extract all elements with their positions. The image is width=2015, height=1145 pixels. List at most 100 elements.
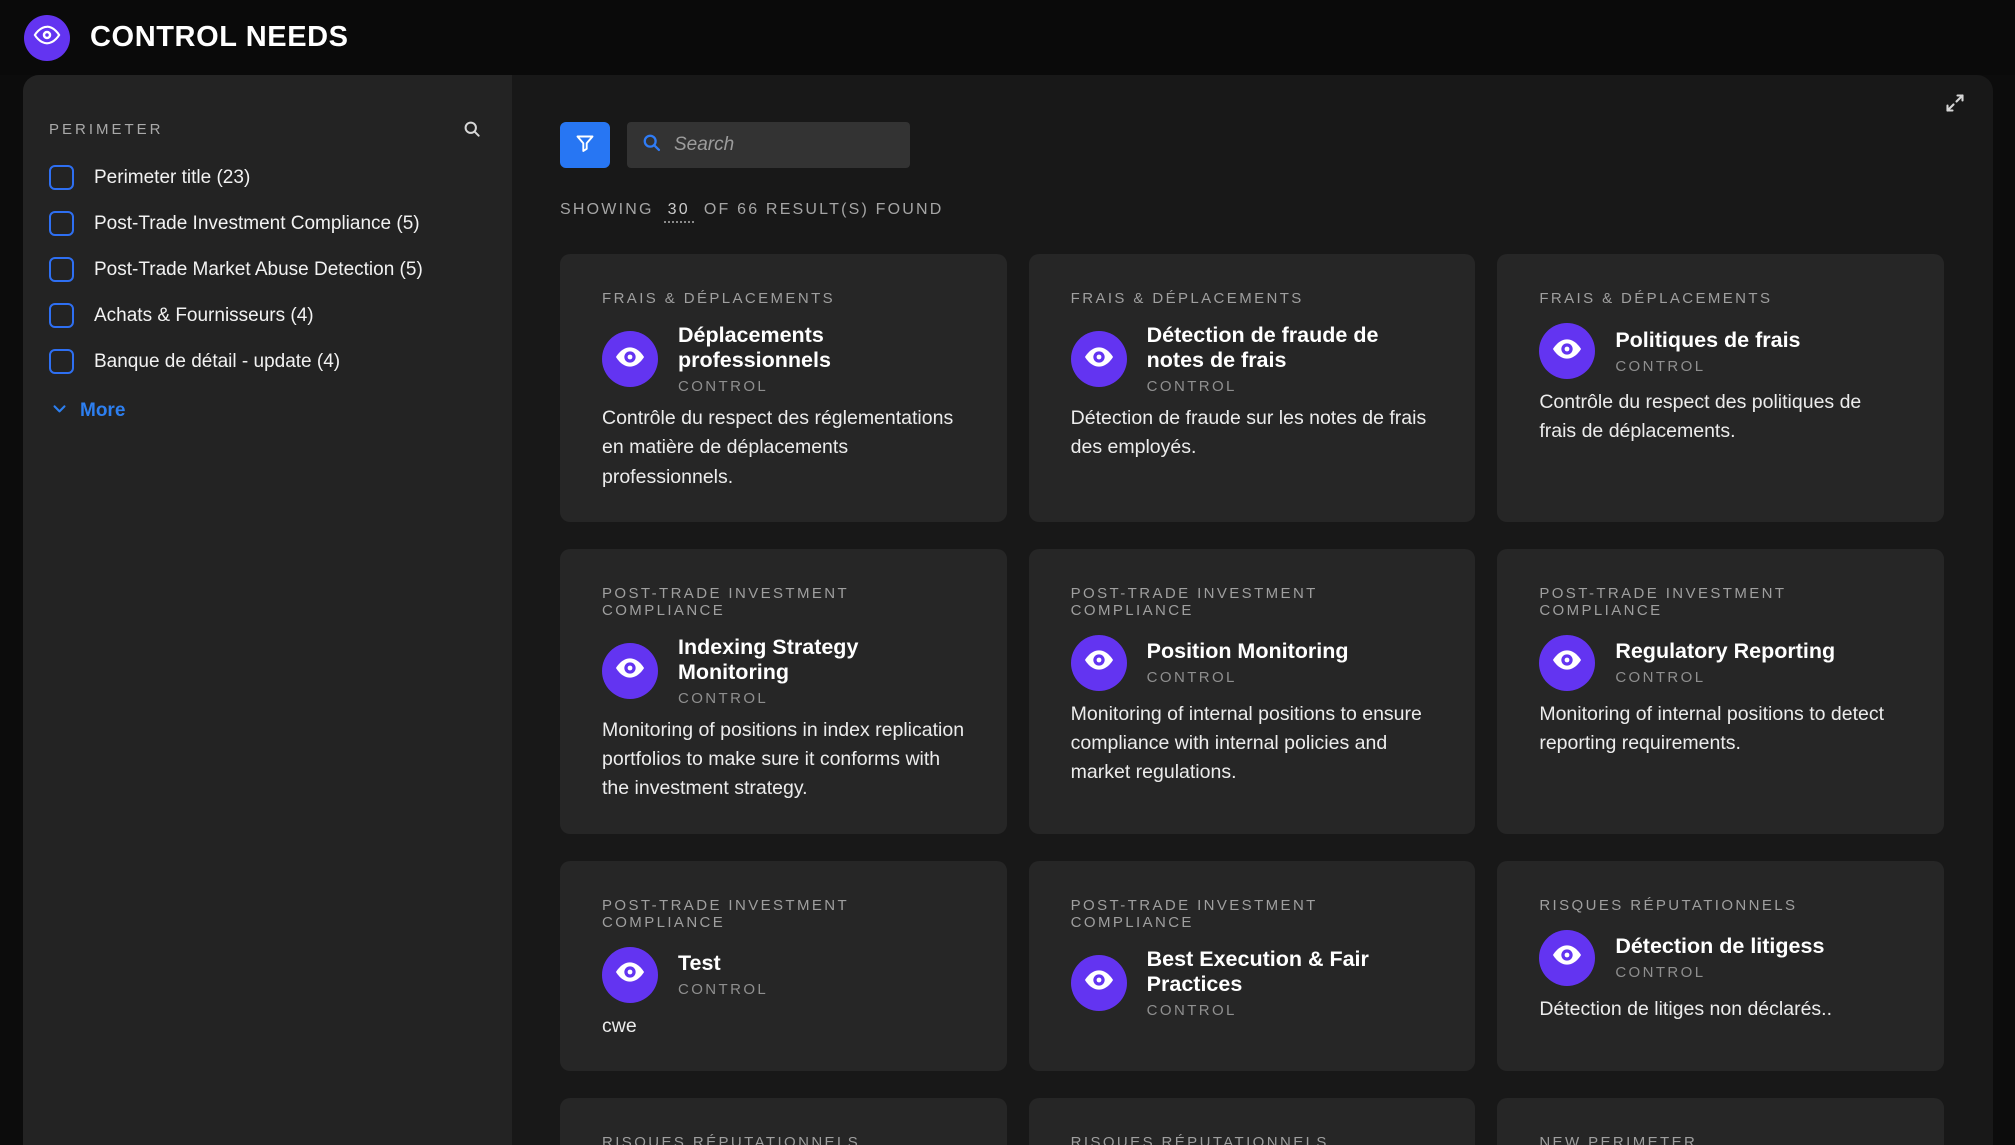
sidebar-search-icon[interactable] bbox=[462, 119, 482, 139]
perimeter-filter-item[interactable]: Post-Trade Market Abuse Detection (5) bbox=[49, 257, 482, 282]
filter-label: Post-Trade Market Abuse Detection (5) bbox=[94, 259, 423, 281]
eye-icon bbox=[613, 955, 647, 994]
filter-label: Perimeter title (23) bbox=[94, 167, 250, 189]
eye-icon bbox=[1082, 340, 1116, 379]
card-description: cwe bbox=[602, 1012, 965, 1041]
search-icon bbox=[641, 132, 662, 158]
card-category: FRAIS & DÉPLACEMENTS bbox=[602, 290, 965, 307]
card-description: Détection de fraude sur les notes de fra… bbox=[1071, 404, 1434, 463]
card-main: Best Execution & Fair Practices CONTROL bbox=[1071, 947, 1434, 1019]
toolbar bbox=[560, 122, 1944, 168]
control-need-card[interactable]: POST-TRADE INVESTMENT COMPLIANCE Regulat… bbox=[1497, 549, 1944, 834]
filter-label: Banque de détail - update (4) bbox=[94, 351, 340, 373]
card-title: Indexing Strategy Monitoring bbox=[678, 635, 965, 685]
card-description: Détection de litiges non déclarés.. bbox=[1539, 995, 1902, 1024]
card-title: Détection de litigess bbox=[1615, 934, 1824, 959]
perimeter-section-title: PERIMETER bbox=[49, 121, 164, 138]
card-avatar bbox=[1071, 331, 1127, 387]
expand-icon[interactable] bbox=[1943, 91, 1967, 115]
card-category: FRAIS & DÉPLACEMENTS bbox=[1071, 290, 1434, 307]
control-need-card[interactable]: POST-TRADE INVESTMENT COMPLIANCE Positio… bbox=[1029, 549, 1476, 834]
card-heading: Indexing Strategy Monitoring CONTROL bbox=[678, 635, 965, 707]
card-avatar bbox=[1071, 635, 1127, 691]
control-need-card[interactable]: FRAIS & DÉPLACEMENTS Déplacements profes… bbox=[560, 254, 1007, 522]
card-title: Test bbox=[678, 951, 768, 976]
filter-checkbox[interactable] bbox=[49, 349, 74, 374]
page-title: CONTROL NEEDS bbox=[90, 21, 349, 54]
chevron-down-icon bbox=[51, 400, 68, 422]
perimeter-filter-list: Perimeter title (23) Post-Trade Investme… bbox=[49, 165, 482, 374]
control-need-card[interactable]: POST-TRADE INVESTMENT COMPLIANCE Test CO… bbox=[560, 861, 1007, 1071]
filter-checkbox[interactable] bbox=[49, 165, 74, 190]
app-header: CONTROL NEEDS bbox=[0, 0, 2015, 75]
control-need-card[interactable]: FRAIS & DÉPLACEMENTS Détection de fraude… bbox=[1029, 254, 1476, 522]
card-heading: Détection de litigess CONTROL bbox=[1615, 934, 1824, 981]
card-type-label: CONTROL bbox=[678, 981, 768, 998]
card-avatar bbox=[602, 947, 658, 1003]
card-main: Déplacements professionnels CONTROL bbox=[602, 323, 965, 395]
card-category: POST-TRADE INVESTMENT COMPLIANCE bbox=[602, 897, 965, 931]
eye-icon bbox=[32, 20, 62, 55]
control-need-card[interactable]: POST-TRADE INVESTMENT COMPLIANCE Indexin… bbox=[560, 549, 1007, 834]
card-heading: Déplacements professionnels CONTROL bbox=[678, 323, 965, 395]
card-type-label: CONTROL bbox=[1147, 669, 1349, 686]
card-main: Position Monitoring CONTROL bbox=[1071, 635, 1434, 691]
card-type-label: CONTROL bbox=[1147, 378, 1434, 395]
control-needs-grid: FRAIS & DÉPLACEMENTS Déplacements profes… bbox=[560, 254, 1944, 1145]
card-main: Détection de litigess CONTROL bbox=[1539, 930, 1902, 986]
card-title: Déplacements professionnels bbox=[678, 323, 965, 373]
card-avatar bbox=[602, 643, 658, 699]
eye-icon bbox=[1550, 938, 1584, 977]
card-title: Best Execution & Fair Practices bbox=[1147, 947, 1434, 997]
eye-icon bbox=[1082, 963, 1116, 1002]
control-need-card[interactable]: RISQUES RÉPUTATIONNELS Veille interne CO… bbox=[560, 1098, 1007, 1145]
control-need-card[interactable]: RISQUES RÉPUTATIONNELS Veille publique C… bbox=[1029, 1098, 1476, 1145]
perimeter-filter-item[interactable]: Banque de détail - update (4) bbox=[49, 349, 482, 374]
card-heading: Regulatory Reporting CONTROL bbox=[1615, 639, 1835, 686]
results-suffix: OF 66 RESULT(S) FOUND bbox=[704, 201, 944, 219]
card-category: RISQUES RÉPUTATIONNELS bbox=[1539, 897, 1902, 914]
card-category: POST-TRADE INVESTMENT COMPLIANCE bbox=[1071, 897, 1434, 931]
perimeter-filter-item[interactable]: Post-Trade Investment Compliance (5) bbox=[49, 211, 482, 236]
sidebar-head: PERIMETER bbox=[49, 119, 482, 139]
card-category: RISQUES RÉPUTATIONNELS bbox=[1071, 1134, 1434, 1145]
card-category: POST-TRADE INVESTMENT COMPLIANCE bbox=[1071, 585, 1434, 619]
filter-checkbox[interactable] bbox=[49, 211, 74, 236]
card-type-label: CONTROL bbox=[678, 378, 965, 395]
perimeter-filter-item[interactable]: Achats & Fournisseurs (4) bbox=[49, 303, 482, 328]
filter-checkbox[interactable] bbox=[49, 303, 74, 328]
perimeter-filter-item[interactable]: Perimeter title (23) bbox=[49, 165, 482, 190]
more-filters-toggle[interactable]: More bbox=[51, 400, 482, 422]
control-need-card[interactable]: RISQUES RÉPUTATIONNELS Détection de liti… bbox=[1497, 861, 1944, 1071]
card-description: Monitoring of internal positions to dete… bbox=[1539, 700, 1902, 759]
results-count-selector[interactable]: 30 bbox=[664, 201, 694, 223]
filter-checkbox[interactable] bbox=[49, 257, 74, 282]
card-title: Détection de fraude de notes de frais bbox=[1147, 323, 1434, 373]
card-category: RISQUES RÉPUTATIONNELS bbox=[602, 1134, 965, 1145]
card-heading: Test CONTROL bbox=[678, 951, 768, 998]
eye-icon bbox=[613, 340, 647, 379]
card-avatar bbox=[1539, 930, 1595, 986]
control-need-card[interactable]: FRAIS & DÉPLACEMENTS Politiques de frais… bbox=[1497, 254, 1944, 522]
search-box bbox=[627, 122, 910, 168]
control-need-card[interactable]: POST-TRADE INVESTMENT COMPLIANCE Best Ex… bbox=[1029, 861, 1476, 1071]
card-description: Contrôle du respect des politiques de fr… bbox=[1539, 388, 1902, 447]
filter-button[interactable] bbox=[560, 122, 610, 168]
search-input[interactable] bbox=[674, 134, 896, 156]
content-row: PERIMETER Perimeter title (23) Post-Trad… bbox=[0, 75, 2015, 1145]
card-type-label: CONTROL bbox=[678, 690, 965, 707]
card-main: Politiques de frais CONTROL bbox=[1539, 323, 1902, 379]
card-category: POST-TRADE INVESTMENT COMPLIANCE bbox=[602, 585, 965, 619]
control-need-card[interactable]: NEW PERIMETER New control need CONTROL bbox=[1497, 1098, 1944, 1145]
card-description: Monitoring of internal positions to ensu… bbox=[1071, 700, 1434, 788]
card-title: Position Monitoring bbox=[1147, 639, 1349, 664]
funnel-icon bbox=[573, 132, 597, 159]
filter-label: Post-Trade Investment Compliance (5) bbox=[94, 213, 420, 235]
card-avatar bbox=[1071, 955, 1127, 1011]
card-title: Regulatory Reporting bbox=[1615, 639, 1835, 664]
app-logo bbox=[24, 15, 70, 61]
card-type-label: CONTROL bbox=[1147, 1002, 1434, 1019]
card-type-label: CONTROL bbox=[1615, 669, 1835, 686]
more-label: More bbox=[80, 400, 125, 422]
results-summary: SHOWING 30 OF 66 RESULT(S) FOUND bbox=[560, 201, 1944, 223]
